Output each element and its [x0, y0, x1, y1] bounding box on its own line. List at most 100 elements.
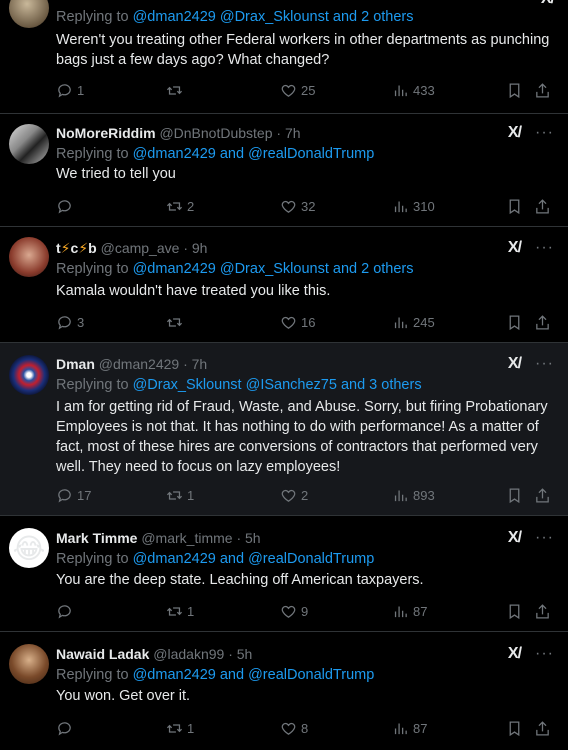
retweet-icon — [166, 314, 183, 331]
retweet-icon — [166, 198, 183, 215]
display-name[interactable]: Dman — [56, 356, 95, 372]
share-button[interactable] — [534, 312, 551, 332]
retweet-button[interactable]: 2 — [166, 196, 194, 216]
retweet-button[interactable]: 1 — [166, 485, 194, 505]
more-icon[interactable]: ··· — [535, 239, 554, 257]
views-button[interactable]: 310 — [392, 196, 435, 216]
like-button[interactable]: 16 — [280, 312, 315, 332]
views-button[interactable]: 87 — [392, 601, 427, 621]
share-button[interactable] — [534, 601, 551, 621]
retweet-icon — [166, 720, 183, 737]
tweet-text: You are the deep state. Leaching off Ame… — [56, 572, 424, 588]
views-button[interactable]: 433 — [392, 80, 435, 100]
views-button[interactable]: 245 — [392, 312, 435, 332]
avatar[interactable]: 😂 — [9, 528, 49, 568]
share-button[interactable] — [534, 718, 551, 738]
share-icon — [534, 720, 551, 737]
timestamp[interactable]: · 7h — [183, 356, 207, 372]
user-handle[interactable]: @ladakn99 — [153, 646, 224, 662]
retweet-button[interactable]: 1 — [166, 718, 194, 738]
avatar[interactable] — [9, 237, 49, 277]
grok-icon[interactable]: X/ — [508, 124, 522, 142]
share-button[interactable] — [534, 80, 551, 100]
grok-icon[interactable]: X/ — [508, 355, 522, 373]
retweet-icon — [166, 487, 183, 504]
like-button[interactable]: 8 — [280, 718, 308, 738]
retweet-button[interactable] — [166, 80, 187, 100]
replying-label: Replying to — [56, 551, 129, 567]
share-icon — [534, 603, 551, 620]
like-button[interactable]: 25 — [280, 80, 315, 100]
replying-mentions[interactable]: @dman2429 and @realDonaldTrump — [133, 551, 375, 567]
like-count: 32 — [301, 198, 316, 214]
reply-count: 1 — [77, 82, 85, 98]
replying-mentions[interactable]: @Drax_Sklounst @ISanchez75 and 3 others — [133, 377, 422, 393]
timestamp[interactable]: · 5h — [228, 646, 252, 662]
more-icon[interactable]: ··· — [535, 529, 554, 547]
heart-icon — [280, 603, 297, 620]
reply-tweet[interactable]: Dman @dman2429 · 7h X/ ··· Replying to @… — [0, 343, 568, 516]
like-count: 2 — [301, 487, 309, 503]
retweet-button[interactable] — [166, 312, 187, 332]
avatar[interactable] — [9, 644, 49, 684]
bookmark-button[interactable] — [506, 485, 523, 505]
share-button[interactable] — [534, 485, 551, 505]
replying-to: Replying to @dman2429 and @realDonaldTru… — [56, 550, 374, 569]
grok-icon[interactable]: X/ — [508, 645, 522, 663]
bookmark-icon — [506, 314, 523, 331]
retweet-button[interactable]: 1 — [166, 601, 194, 621]
like-button[interactable]: 32 — [280, 196, 315, 216]
more-icon[interactable]: ··· — [535, 355, 554, 373]
reply-tweet[interactable]: X/ Replying to @dman2429 @Drax_Sklounst … — [0, 0, 568, 114]
avatar[interactable] — [9, 124, 49, 164]
heart-icon — [280, 82, 297, 99]
reply-tweet[interactable]: t⚡c⚡b @camp_ave · 9h X/ ··· Replying to … — [0, 227, 568, 343]
reply-tweet[interactable]: Nawaid Ladak @ladakn99 · 5h X/ ··· Reply… — [0, 632, 568, 750]
user-handle[interactable]: @DnBnotDubstep — [159, 125, 272, 141]
reply-button[interactable] — [56, 718, 77, 738]
display-name[interactable]: t⚡c⚡b — [56, 240, 97, 256]
views-button[interactable]: 893 — [392, 485, 435, 505]
grok-icon[interactable]: X/ — [541, 0, 555, 8]
display-name[interactable]: Nawaid Ladak — [56, 646, 149, 662]
replying-label: Replying to — [56, 261, 129, 277]
views-count: 87 — [413, 603, 428, 619]
user-handle[interactable]: @mark_timme — [141, 530, 232, 546]
views-button[interactable]: 87 — [392, 718, 427, 738]
reply-button[interactable]: 1 — [56, 80, 84, 100]
reply-tweet[interactable]: NoMoreRiddim @DnBnotDubstep · 7h X/ ··· … — [0, 114, 568, 227]
grok-icon[interactable]: X/ — [508, 239, 522, 257]
replying-to: Replying to @dman2429 and @realDonaldTru… — [56, 666, 374, 685]
reply-button[interactable] — [56, 196, 77, 216]
bookmark-button[interactable] — [506, 196, 523, 216]
more-icon[interactable]: ··· — [535, 645, 554, 663]
reply-button[interactable]: 17 — [56, 485, 91, 505]
user-handle[interactable]: @dman2429 — [99, 356, 179, 372]
display-name[interactable]: NoMoreRiddim — [56, 125, 156, 141]
replying-mentions[interactable]: @dman2429 and @realDonaldTrump — [133, 667, 375, 683]
timestamp[interactable]: · 9h — [183, 240, 207, 256]
avatar[interactable] — [9, 355, 49, 395]
reply-tweet[interactable]: 😂 Mark Timme @mark_timme · 5h X/ ··· Rep… — [0, 516, 568, 632]
timestamp[interactable]: · 7h — [276, 125, 300, 141]
bookmark-button[interactable] — [506, 80, 523, 100]
replying-mentions[interactable]: @dman2429 @Drax_Sklounst and 2 others — [133, 9, 414, 25]
reply-button[interactable] — [56, 601, 77, 621]
bookmark-button[interactable] — [506, 312, 523, 332]
reply-button[interactable]: 3 — [56, 312, 84, 332]
like-button[interactable]: 9 — [280, 601, 308, 621]
bookmark-button[interactable] — [506, 601, 523, 621]
grok-icon[interactable]: X/ — [508, 529, 522, 547]
share-button[interactable] — [534, 196, 551, 216]
bookmark-button[interactable] — [506, 718, 523, 738]
replying-mentions[interactable]: @dman2429 @Drax_Sklounst and 2 others — [133, 261, 414, 277]
timestamp[interactable]: · 5h — [236, 530, 260, 546]
more-icon[interactable]: ··· — [535, 124, 554, 142]
like-button[interactable]: 2 — [280, 485, 308, 505]
replying-mentions[interactable]: @dman2429 and @realDonaldTrump — [133, 146, 375, 162]
avatar[interactable] — [9, 0, 49, 28]
views-icon — [392, 603, 409, 620]
replying-label: Replying to — [56, 9, 129, 25]
display-name[interactable]: Mark Timme — [56, 530, 137, 546]
user-handle[interactable]: @camp_ave — [101, 240, 180, 256]
